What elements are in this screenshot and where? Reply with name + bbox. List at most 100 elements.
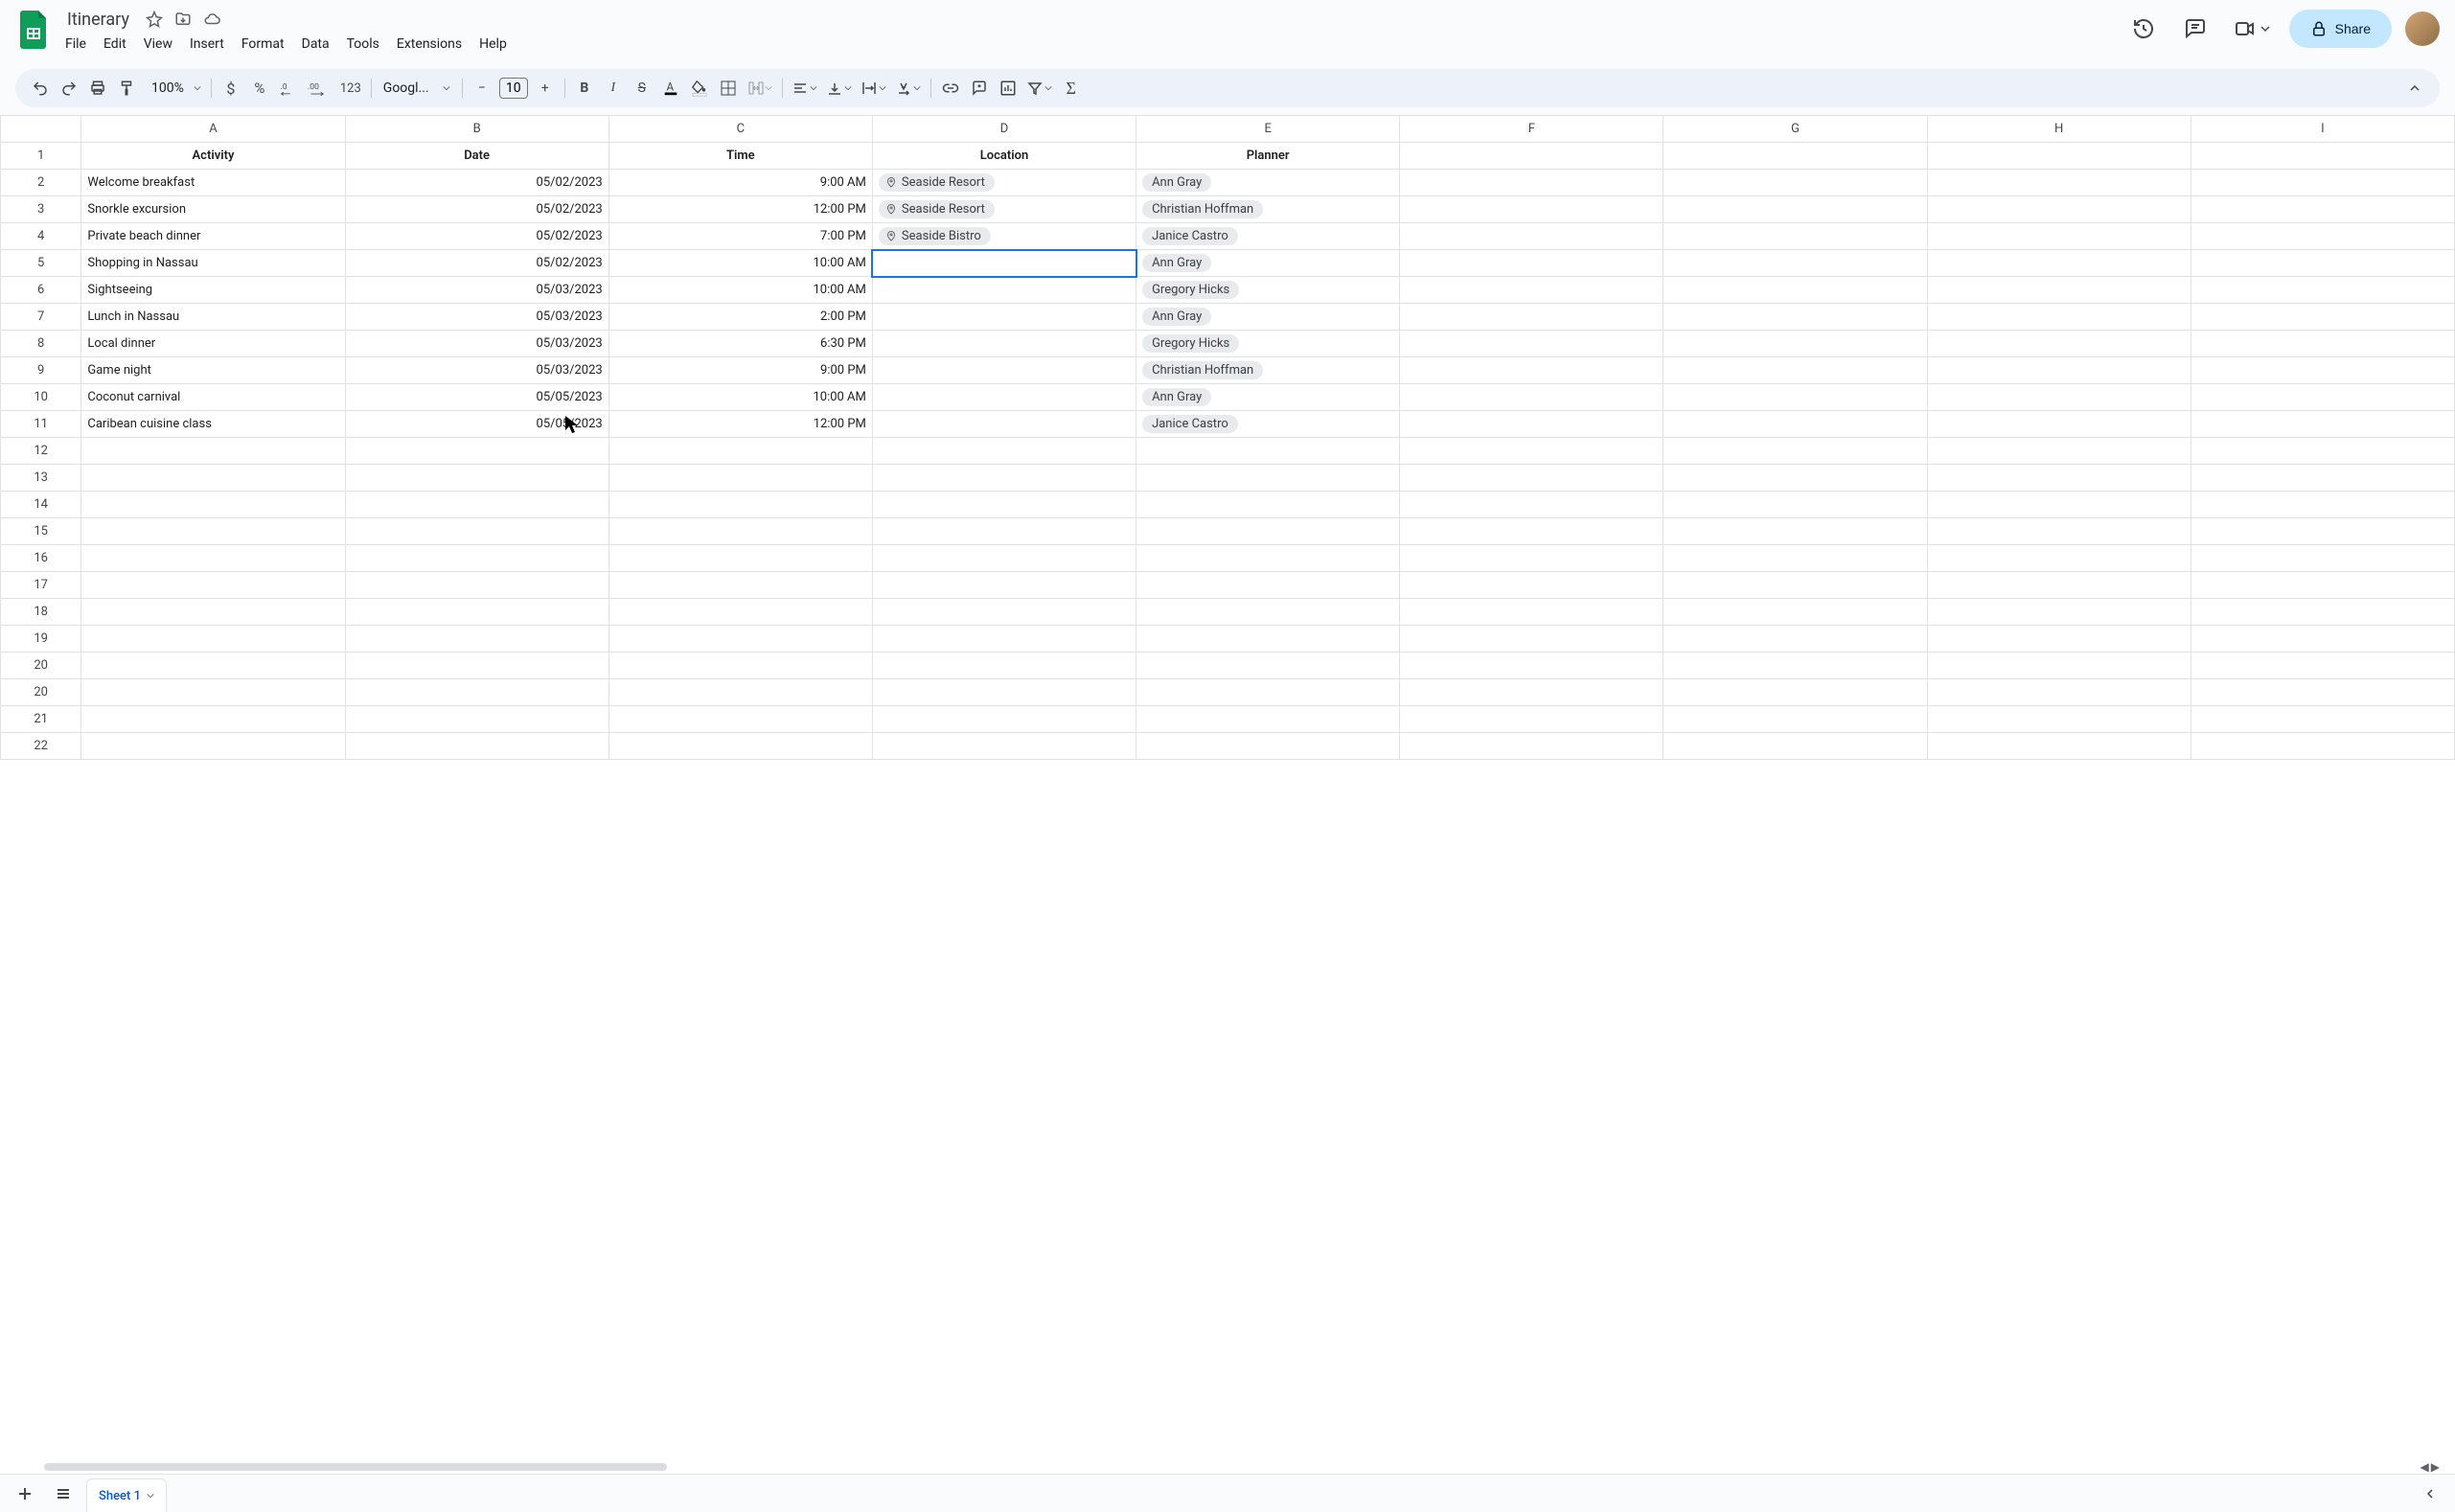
cell[interactable] bbox=[1663, 706, 1927, 733]
cell[interactable] bbox=[872, 331, 1136, 357]
cell[interactable]: 05/03/2023 bbox=[345, 331, 608, 357]
filter-button[interactable] bbox=[1023, 75, 1056, 102]
menu-edit[interactable]: Edit bbox=[96, 33, 134, 56]
cell[interactable] bbox=[608, 572, 872, 599]
cell[interactable] bbox=[1927, 170, 2191, 196]
cell[interactable]: Ann Gray bbox=[1136, 384, 1400, 411]
column-header-C[interactable]: C bbox=[608, 116, 872, 143]
cell[interactable] bbox=[2191, 599, 2454, 626]
cell[interactable] bbox=[2191, 143, 2454, 170]
menu-data[interactable]: Data bbox=[294, 33, 337, 56]
cell[interactable]: 9:00 AM bbox=[608, 170, 872, 196]
row-header[interactable]: 18 bbox=[1, 599, 81, 626]
cell[interactable] bbox=[2191, 277, 2454, 304]
cell[interactable] bbox=[2191, 196, 2454, 223]
all-sheets-button[interactable] bbox=[48, 1478, 79, 1509]
cell[interactable] bbox=[81, 706, 345, 733]
cell[interactable] bbox=[345, 733, 608, 760]
cell[interactable] bbox=[2191, 384, 2454, 411]
horizontal-scrollbar[interactable]: ◀▶ bbox=[44, 1460, 2440, 1474]
italic-button[interactable]: I bbox=[600, 75, 627, 102]
cell[interactable]: 05/05/2023 bbox=[345, 384, 608, 411]
cell[interactable] bbox=[1400, 492, 1663, 518]
cell[interactable] bbox=[345, 545, 608, 572]
cell[interactable]: Caribean cuisine class bbox=[81, 411, 345, 438]
cell[interactable] bbox=[872, 545, 1136, 572]
cell[interactable] bbox=[1400, 331, 1663, 357]
cell[interactable]: 05/03/2023 bbox=[345, 304, 608, 331]
cell[interactable] bbox=[1136, 679, 1400, 706]
increase-font-size-button[interactable]: + bbox=[532, 75, 559, 102]
cell[interactable] bbox=[345, 653, 608, 679]
cell[interactable] bbox=[872, 626, 1136, 653]
cell[interactable]: 9:00 PM bbox=[608, 357, 872, 384]
cell[interactable] bbox=[608, 545, 872, 572]
cell[interactable] bbox=[345, 679, 608, 706]
cell[interactable] bbox=[1400, 384, 1663, 411]
column-header-D[interactable]: D bbox=[872, 116, 1136, 143]
cell[interactable] bbox=[2191, 653, 2454, 679]
cell[interactable]: 12:00 PM bbox=[608, 411, 872, 438]
cell[interactable] bbox=[1927, 572, 2191, 599]
text-color-button[interactable]: A bbox=[657, 75, 684, 102]
cell[interactable] bbox=[2191, 572, 2454, 599]
cell[interactable]: Janice Castro bbox=[1136, 223, 1400, 250]
cell[interactable] bbox=[2191, 626, 2454, 653]
increase-decimal-button[interactable]: .00 bbox=[304, 75, 334, 102]
cell[interactable] bbox=[81, 492, 345, 518]
cell[interactable]: Seaside Resort bbox=[872, 170, 1136, 196]
column-header-I[interactable]: I bbox=[2191, 116, 2454, 143]
insert-link-button[interactable] bbox=[937, 75, 964, 102]
sheets-logo[interactable] bbox=[15, 11, 54, 49]
paint-format-button[interactable] bbox=[113, 75, 140, 102]
cell[interactable] bbox=[872, 733, 1136, 760]
cell[interactable] bbox=[1136, 465, 1400, 492]
cell[interactable] bbox=[1663, 518, 1927, 545]
text-rotation-button[interactable] bbox=[892, 75, 925, 102]
horizontal-align-button[interactable] bbox=[789, 75, 821, 102]
cell[interactable]: 05/02/2023 bbox=[345, 250, 608, 277]
cell[interactable] bbox=[81, 465, 345, 492]
cell[interactable] bbox=[345, 438, 608, 465]
cell[interactable] bbox=[2191, 250, 2454, 277]
cell[interactable] bbox=[608, 518, 872, 545]
cell[interactable] bbox=[1400, 143, 1663, 170]
cell[interactable] bbox=[2191, 706, 2454, 733]
functions-button[interactable]: Σ bbox=[1058, 75, 1085, 102]
cell[interactable] bbox=[608, 492, 872, 518]
strikethrough-button[interactable]: S bbox=[629, 75, 655, 102]
row-header[interactable]: 22 bbox=[1, 733, 81, 760]
cell[interactable] bbox=[2191, 438, 2454, 465]
cell[interactable] bbox=[1663, 250, 1927, 277]
column-header-F[interactable]: F bbox=[1400, 116, 1663, 143]
cell[interactable] bbox=[1400, 438, 1663, 465]
cell[interactable] bbox=[2191, 331, 2454, 357]
cell[interactable] bbox=[1927, 411, 2191, 438]
cell[interactable]: Activity bbox=[81, 143, 345, 170]
cell[interactable] bbox=[81, 733, 345, 760]
cell[interactable] bbox=[1663, 411, 1927, 438]
cell[interactable] bbox=[1927, 679, 2191, 706]
cell[interactable] bbox=[2191, 357, 2454, 384]
cell[interactable]: Gregory Hicks bbox=[1136, 277, 1400, 304]
cell[interactable] bbox=[1927, 143, 2191, 170]
row-header[interactable]: 15 bbox=[1, 518, 81, 545]
cell[interactable] bbox=[872, 492, 1136, 518]
cell[interactable] bbox=[1663, 304, 1927, 331]
cell[interactable] bbox=[872, 679, 1136, 706]
cell[interactable] bbox=[608, 706, 872, 733]
cell[interactable] bbox=[1663, 277, 1927, 304]
cell[interactable]: Snorkle excursion bbox=[81, 196, 345, 223]
cell[interactable] bbox=[608, 733, 872, 760]
row-header[interactable]: 3 bbox=[1, 196, 81, 223]
cell[interactable] bbox=[1663, 492, 1927, 518]
row-header[interactable]: 4 bbox=[1, 223, 81, 250]
row-header[interactable]: 9 bbox=[1, 357, 81, 384]
merge-cells-button[interactable] bbox=[744, 75, 776, 102]
cell[interactable] bbox=[2191, 411, 2454, 438]
percent-button[interactable]: % bbox=[246, 75, 273, 102]
zoom-select[interactable]: 100% bbox=[142, 75, 205, 102]
cell[interactable] bbox=[608, 438, 872, 465]
cell[interactable]: Seaside Bistro bbox=[872, 223, 1136, 250]
cell[interactable] bbox=[1663, 572, 1927, 599]
